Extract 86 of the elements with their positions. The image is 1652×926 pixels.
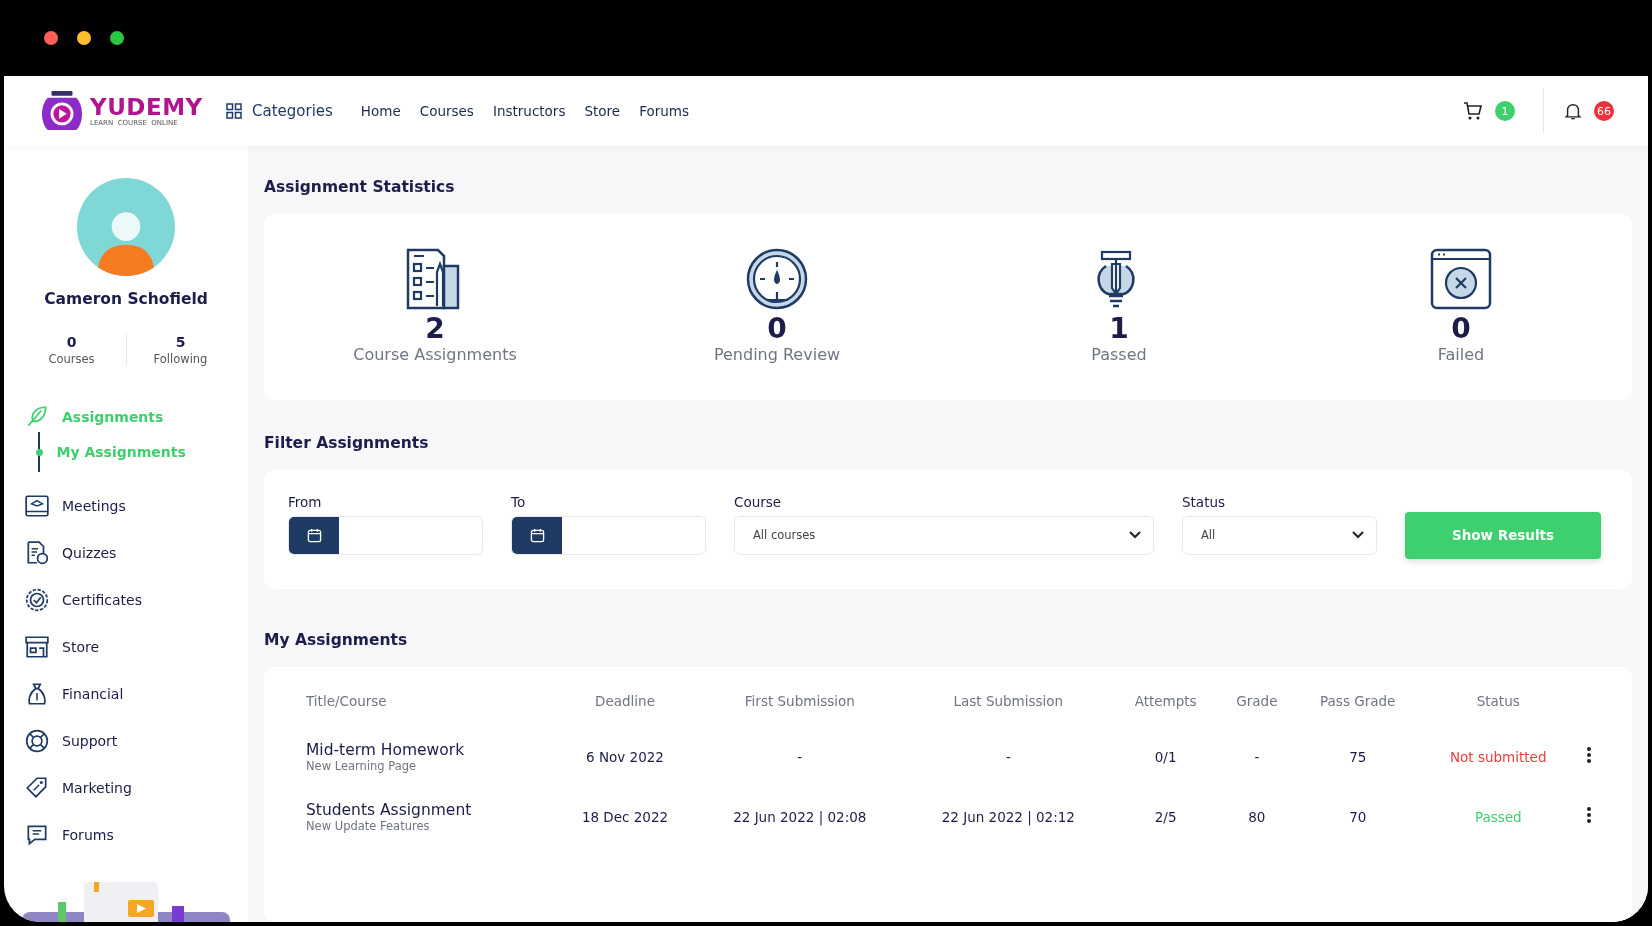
column-header: Grade xyxy=(1235,692,1279,711)
table-cell-text: 18 Dec 2022 xyxy=(580,807,670,827)
table-cell-text: 6 Nov 2022 xyxy=(585,747,665,767)
chevron-down-icon xyxy=(1129,531,1141,540)
board-icon xyxy=(24,492,50,519)
sidebar-item[interactable]: Forums xyxy=(24,811,248,858)
column-header: Pass Grade xyxy=(1319,692,1397,711)
section-title: Filter Assignments xyxy=(264,433,430,452)
section-title: My Assignments xyxy=(264,630,409,649)
notification-count-badge: 66 xyxy=(1594,101,1614,121)
grid-icon xyxy=(226,103,242,119)
sidebar-item[interactable]: Financial xyxy=(24,670,248,717)
table-cell-text: 2/5 xyxy=(1153,807,1178,827)
stat-value: 5 xyxy=(175,334,186,350)
nav-link[interactable]: Instructors xyxy=(492,103,566,119)
table-cell-text: 80 xyxy=(1247,807,1267,827)
table-cell-text: 22 Jun 2022 | 02:08 xyxy=(732,807,868,828)
table-cell-text: 70 xyxy=(1348,807,1368,827)
status-text: Passed xyxy=(1473,807,1523,827)
field-label: From xyxy=(288,493,323,510)
table-cell-text: 22 Jun 2022 | 02:12 xyxy=(940,807,1076,828)
stat-label: Following xyxy=(153,352,208,366)
table-cell-text: 75 xyxy=(1348,747,1368,767)
categories-button[interactable]: Categories xyxy=(226,102,333,120)
stat-number: 0 xyxy=(1451,314,1471,345)
profile-name: Cameron Schofield xyxy=(43,290,209,308)
stat-number: 1 xyxy=(1109,314,1129,345)
column-header: Last Submission xyxy=(952,692,1065,711)
calendar-icon xyxy=(306,527,322,543)
table-cell-text: 0/1 xyxy=(1153,747,1178,767)
stat-caption: Pending Review xyxy=(713,344,841,364)
chevron-down-icon xyxy=(1352,531,1364,540)
nav-link[interactable]: Store xyxy=(584,103,621,119)
course-select[interactable]: All courses xyxy=(734,515,1154,555)
more-options-icon[interactable] xyxy=(1586,746,1593,765)
more-options-icon[interactable] xyxy=(1586,806,1593,825)
nav-link[interactable]: Courses xyxy=(419,103,474,119)
course-name: New Learning Page xyxy=(306,758,418,773)
column-header: Attempts xyxy=(1133,692,1198,711)
logo-play-icon xyxy=(40,90,84,132)
nav-link[interactable]: Forums xyxy=(639,103,689,119)
stat-number: 0 xyxy=(767,314,787,345)
lifebuoy-icon xyxy=(24,727,50,754)
stat-number: 2 xyxy=(425,314,445,345)
badge-icon xyxy=(24,586,50,613)
field-label: To xyxy=(511,493,527,510)
sidebar-item[interactable]: Certificates xyxy=(24,576,248,623)
column-header: Title/Course xyxy=(305,692,388,711)
gauge-icon xyxy=(746,248,808,310)
course-name: New Update Features xyxy=(306,818,431,833)
status-select[interactable]: All xyxy=(1182,515,1377,555)
field-label: Status xyxy=(1182,493,1227,510)
table-cell-text: - xyxy=(796,747,804,767)
stat-label: Courses xyxy=(48,352,95,366)
calendar-icon xyxy=(529,527,545,543)
field-label: Course xyxy=(734,493,783,510)
stat-caption: Failed xyxy=(1437,344,1485,364)
sidebar-item[interactable]: Store xyxy=(24,623,248,670)
date-field[interactable] xyxy=(288,515,483,555)
close-window-dot[interactable] xyxy=(44,31,58,45)
maximize-window-dot[interactable] xyxy=(110,31,124,45)
nav-link[interactable]: Home xyxy=(360,103,401,119)
sidebar-item[interactable]: Meetings xyxy=(24,482,248,529)
sidebar-item[interactable]: Support xyxy=(24,717,248,764)
column-header: First Submission xyxy=(743,692,856,711)
document-check-icon xyxy=(24,539,50,566)
stat-value: 0 xyxy=(66,334,77,350)
window-x-icon xyxy=(1430,248,1492,310)
column-header: Deadline xyxy=(594,692,656,711)
assignment-title[interactable]: Students Assignment xyxy=(306,800,549,819)
stat-caption: Course Assignments xyxy=(353,344,517,364)
shop-icon xyxy=(24,633,50,660)
table-cell-text: - xyxy=(1004,747,1012,767)
section-title: Assignment Statistics xyxy=(264,178,456,196)
table-cell-text: - xyxy=(1253,747,1261,767)
sidebar-item[interactable]: Marketing xyxy=(24,764,248,811)
status-text: Not submitted xyxy=(1449,747,1548,767)
bell-icon[interactable] xyxy=(1564,101,1582,121)
stat-caption: Passed xyxy=(1091,344,1147,364)
column-header: Status xyxy=(1475,692,1521,711)
assignment-title[interactable]: Mid-term Homework xyxy=(306,740,549,759)
sidebar-item[interactable]: Quizzes xyxy=(24,529,248,576)
cart-icon[interactable] xyxy=(1463,101,1483,121)
minimize-window-dot[interactable] xyxy=(77,31,91,45)
date-field[interactable] xyxy=(511,515,706,555)
cart-count-badge: 1 xyxy=(1495,101,1515,121)
